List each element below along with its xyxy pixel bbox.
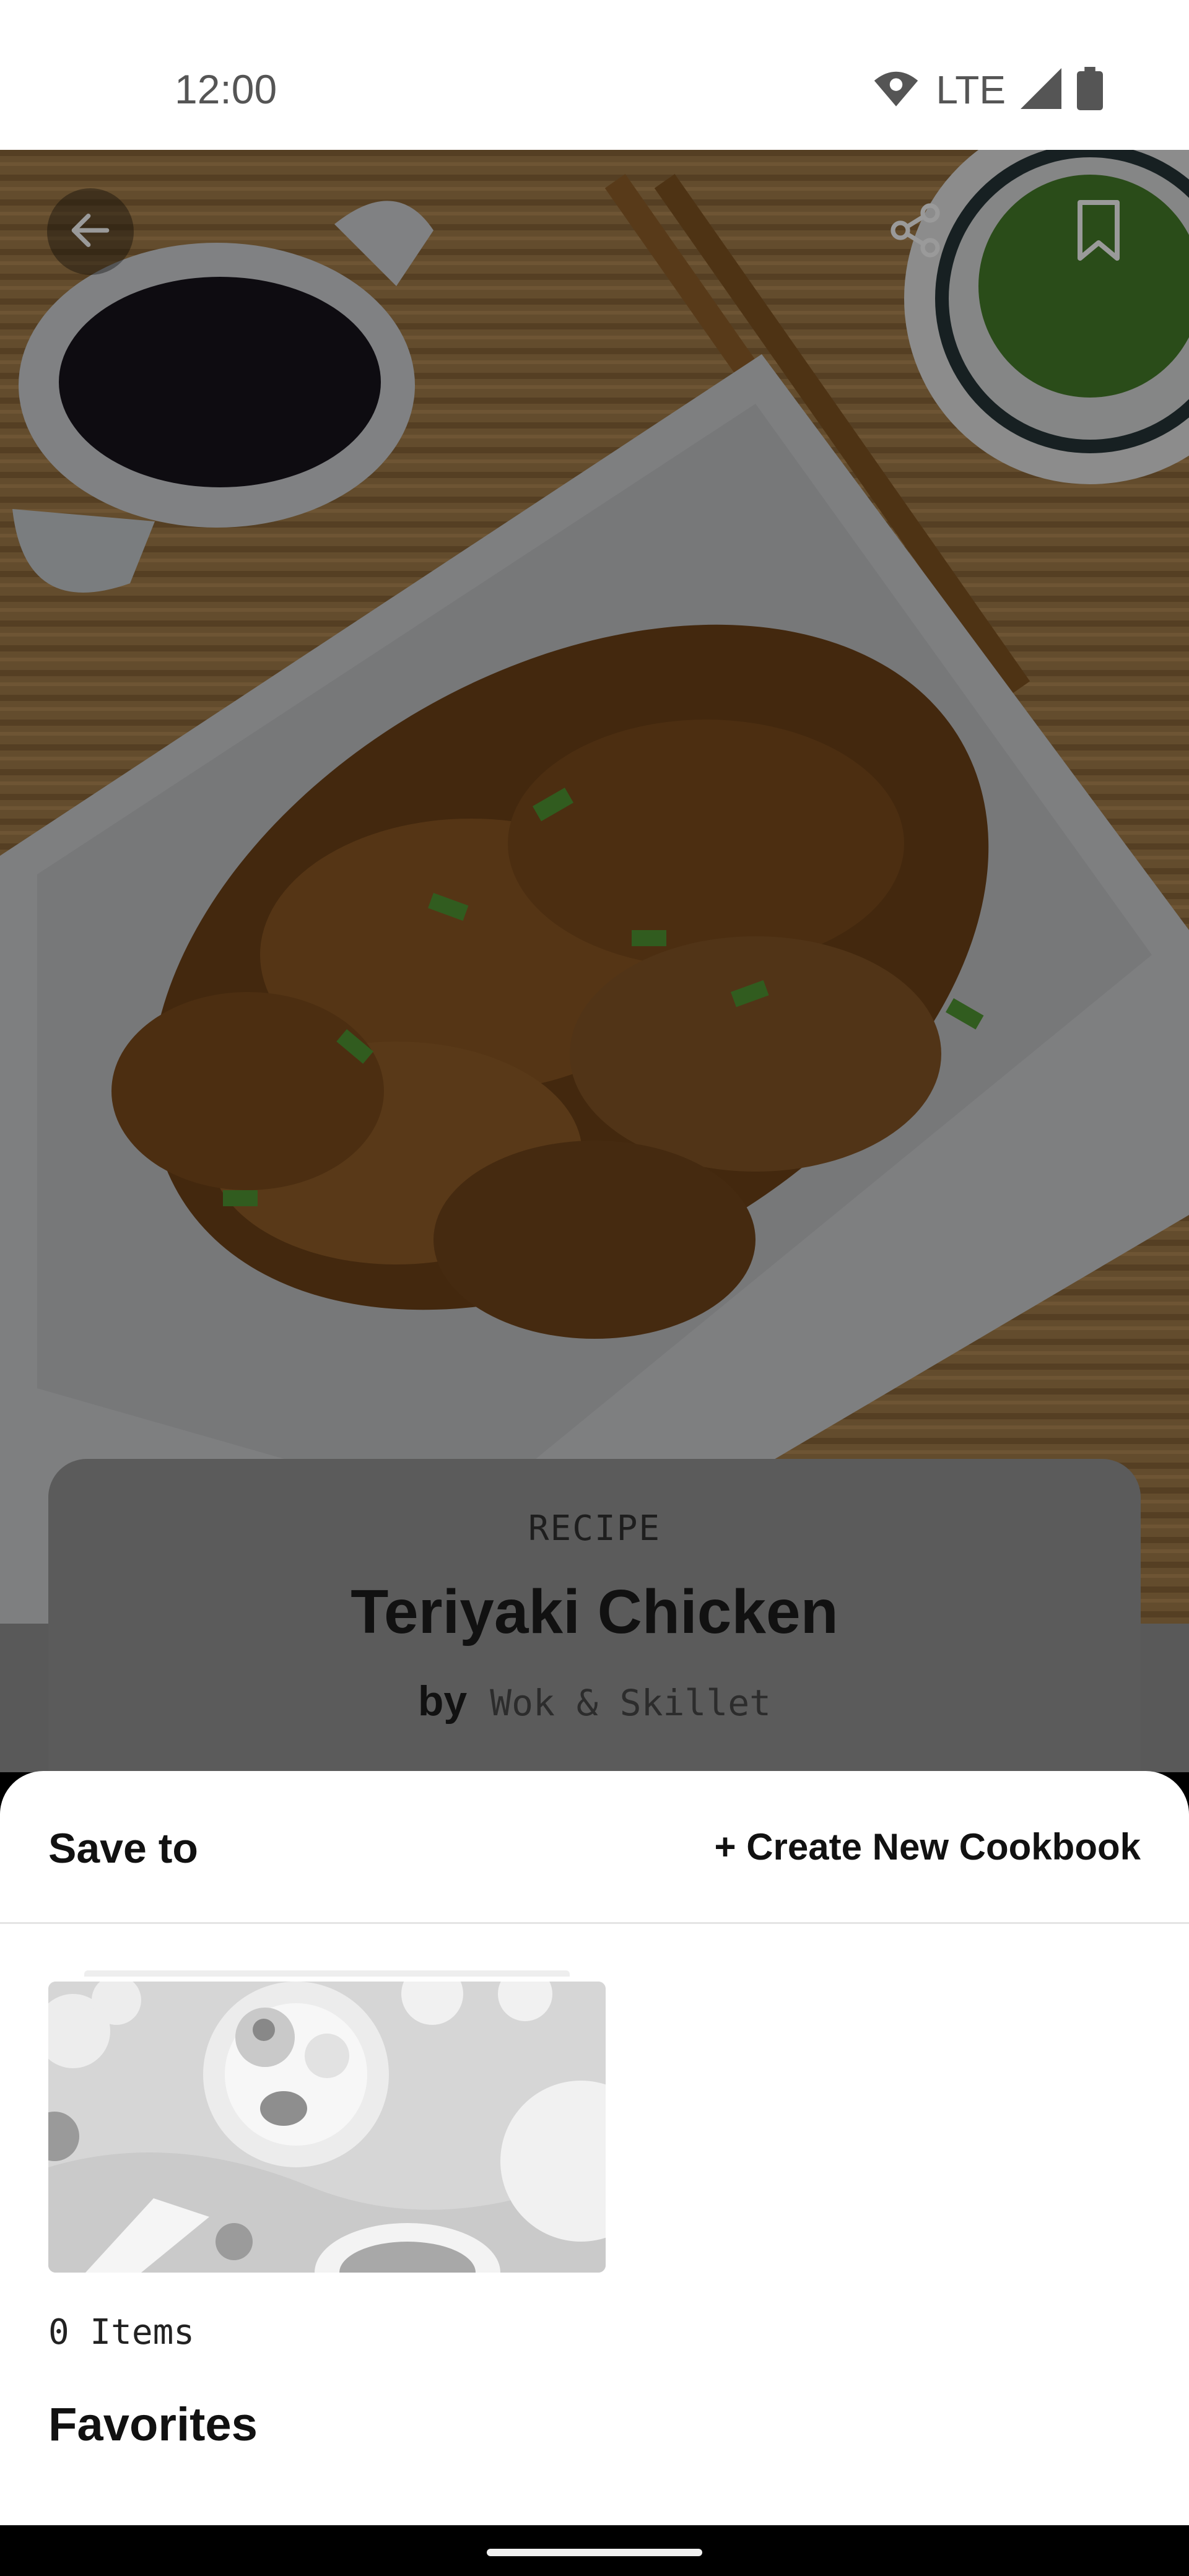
share-button[interactable] (872, 188, 959, 275)
back-button[interactable] (47, 188, 134, 275)
hero-image (0, 150, 1189, 1624)
recipe-byline: by Wok & Skillet (48, 1677, 1141, 1725)
hero-dim-overlay (0, 150, 1189, 1624)
by-label: by (417, 1677, 468, 1725)
wifi-icon (871, 69, 921, 111)
save-to-sheet: Save to + Create New Cookbook 0 Items Fa… (0, 1771, 1189, 2525)
bookmark-button[interactable] (1055, 188, 1142, 275)
create-new-cookbook-button[interactable]: + Create New Cookbook (714, 1825, 1141, 1868)
recipe-title: Teriyaki Chicken (351, 1577, 838, 1647)
cookbook-name: Favorites (48, 2398, 258, 2451)
cookbook-thumbnail (48, 1982, 606, 2273)
back-arrow-icon (66, 206, 115, 258)
home-indicator[interactable] (487, 2549, 702, 2556)
recipe-kicker: RECIPE (528, 1508, 661, 1549)
status-icons: LTE (871, 62, 1104, 118)
cookbook-item-count: 0 Items (48, 2312, 195, 2352)
food-illustration (48, 1982, 606, 2273)
cookbook-stack-edge (84, 1970, 570, 1977)
sheet-title: Save to (48, 1825, 198, 1872)
share-icon (886, 201, 945, 263)
navigation-bar (0, 2525, 1189, 2576)
author-link[interactable]: Wok & Skillet (490, 1682, 771, 1724)
recipe-header-card: RECIPE Teriyaki Chicken by Wok & Skillet (48, 1459, 1141, 1806)
network-type-label: LTE (936, 67, 1006, 112)
status-bar: 12:00 LTE (0, 0, 1189, 150)
signal-icon (1021, 67, 1061, 112)
status-time: 12:00 (175, 66, 277, 112)
divider (0, 1922, 1189, 1924)
bookmark-icon (1074, 199, 1123, 264)
battery-icon (1076, 66, 1104, 113)
